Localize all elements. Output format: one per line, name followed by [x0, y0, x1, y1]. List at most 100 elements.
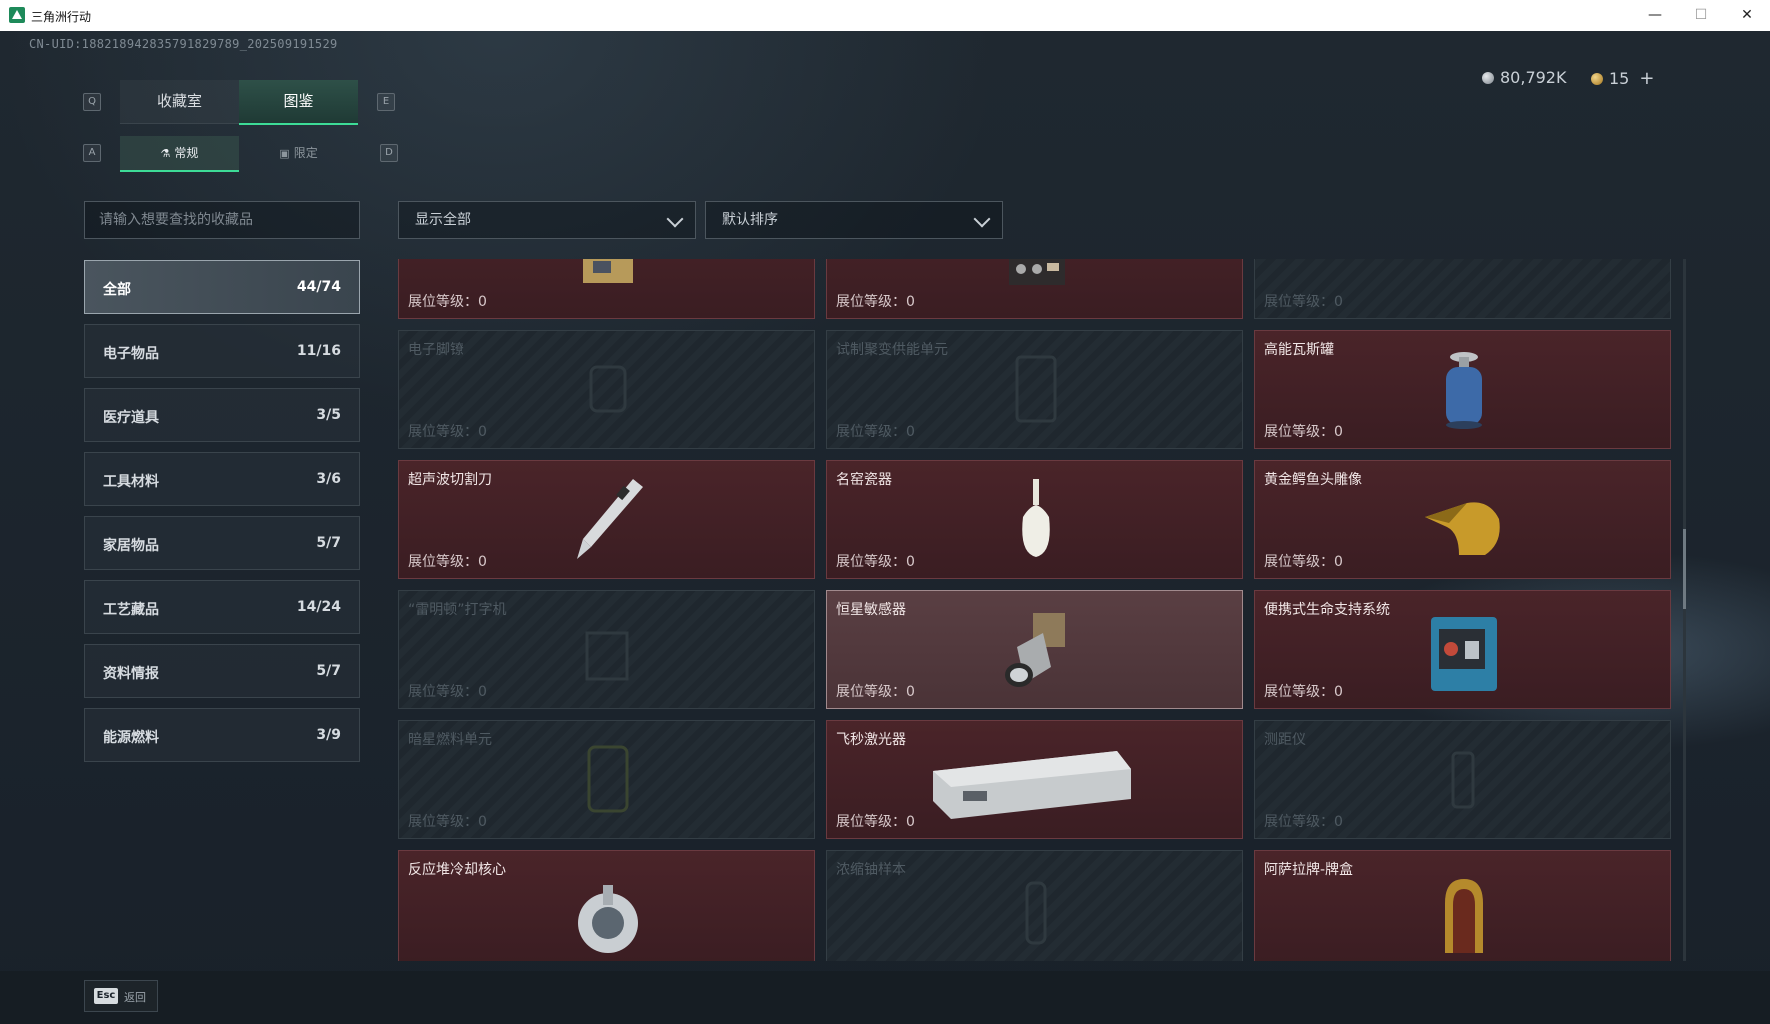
item-card[interactable]: 超声波切割刀 展位等级：0: [398, 460, 815, 579]
item-card[interactable]: 阿萨拉牌-牌盒: [1254, 850, 1671, 961]
fuel-cell-icon: [587, 745, 629, 813]
reactor-core-icon: [578, 885, 638, 953]
window-title: 三角洲行动: [31, 10, 92, 24]
uranium-sample-icon: [1025, 881, 1047, 945]
display-filter-value: 显示全部: [415, 212, 471, 228]
tab-limited-label: 限定: [293, 146, 318, 160]
bottom-bar: [0, 971, 1770, 1024]
item-card[interactable]: 飞秒激光器 展位等级：0: [826, 720, 1243, 839]
tab-collection-room[interactable]: 收藏室: [120, 80, 239, 124]
player-uid: CN-UID:1882189428357918297​89_2025091915…: [29, 37, 338, 51]
card-level: 展位等级：0: [408, 424, 487, 440]
category-label: 工具材料: [103, 474, 159, 490]
item-card[interactable]: 高能瓦斯罐 展位等级：0: [1254, 330, 1671, 449]
item-card[interactable]: 黄金鳄鱼头雕像 展位等级：0: [1254, 460, 1671, 579]
grid-scrollbar[interactable]: [1683, 259, 1686, 961]
search-input[interactable]: [84, 201, 360, 239]
card-level: 展位等级：0: [836, 684, 915, 700]
silver-amount: 80,792K: [1500, 68, 1567, 87]
fusion-unit-icon: [1015, 355, 1057, 423]
card-level: 展位等级：0: [1264, 684, 1343, 700]
category-all[interactable]: 全部 44/74: [84, 260, 360, 314]
card-name: 黄金鳄鱼头雕像: [1264, 472, 1362, 488]
card-name: 反应堆冷却核心: [408, 862, 506, 878]
silver-coin-icon: [1482, 71, 1494, 84]
card-name: “雷明顿”打字机: [408, 602, 507, 618]
silver-currency: 80,792K: [1482, 68, 1566, 87]
life-support-icon: [1431, 617, 1497, 691]
image-icon: ▣: [279, 147, 290, 160]
card-level: 展位等级：0: [836, 554, 915, 570]
item-card-locked[interactable]: 浓缩铀样本: [826, 850, 1243, 961]
category-count: 11/16: [296, 343, 341, 359]
category-household[interactable]: 家居物品 5/7: [84, 516, 360, 570]
card-level: 展位等级：0: [1264, 424, 1343, 440]
flask-icon: ⚗: [160, 147, 171, 160]
item-card-locked[interactable]: 测距仪 展位等级：0: [1254, 720, 1671, 839]
card-level: 展位等级：0: [1264, 554, 1343, 570]
category-medical[interactable]: 医疗道具 3/5: [84, 388, 360, 442]
minimize-button[interactable]: —: [1632, 0, 1678, 31]
item-card-locked[interactable]: “雷明顿”打字机 展位等级：0: [398, 590, 815, 709]
card-level: 展位等级：0: [408, 294, 487, 310]
card-name: 飞秒激光器: [836, 732, 906, 748]
card-level: 展位等级：0: [836, 424, 915, 440]
item-card-locked[interactable]: 试制聚变供能单元 展位等级：0: [826, 330, 1243, 449]
category-count: 14/24: [296, 599, 341, 615]
sort-value: 默认排序: [722, 212, 778, 228]
gold-coin-icon: [1591, 72, 1603, 85]
porcelain-vase-icon: [1022, 479, 1050, 557]
key-hint-a: A: [83, 144, 101, 162]
item-card[interactable]: 展位等级：0: [826, 259, 1243, 319]
card-name: 名窑瓷器: [836, 472, 892, 488]
tab-limited[interactable]: ▣ 限定: [239, 136, 358, 170]
card-level: 展位等级：0: [408, 554, 487, 570]
key-hint-d: D: [380, 144, 398, 162]
card-name: 浓缩铀样本: [836, 862, 906, 878]
key-hint-e: E: [377, 93, 395, 111]
tab-regular[interactable]: ⚗ 常规: [120, 136, 239, 172]
card-name: 阿萨拉牌-牌盒: [1264, 862, 1354, 878]
scrollbar-thumb[interactable]: [1683, 529, 1686, 609]
laser-icon: [933, 751, 1131, 819]
card-name: 便携式生命支持系统: [1264, 602, 1390, 618]
gold-amount: 15: [1609, 69, 1630, 88]
item-card[interactable]: 反应堆冷却核心: [398, 850, 815, 961]
category-label: 工艺藏品: [103, 602, 159, 618]
tab-codex[interactable]: 图鉴: [239, 80, 358, 125]
item-card-locked[interactable]: 暗星燃料单元 展位等级：0: [398, 720, 815, 839]
display-filter-dropdown[interactable]: 显示全部: [398, 201, 696, 239]
item-card-locked[interactable]: 展位等级：0: [1254, 259, 1671, 319]
category-intel[interactable]: 资料情报 5/7: [84, 644, 360, 698]
category-tools[interactable]: 工具材料 3/6: [84, 452, 360, 506]
item-card[interactable]: 便携式生命支持系统 展位等级：0: [1254, 590, 1671, 709]
item-card-locked[interactable]: 电子脚镣 展位等级：0: [398, 330, 815, 449]
chevron-down-icon: [666, 210, 684, 228]
add-currency-button[interactable]: +: [1639, 68, 1654, 89]
category-count: 3/5: [316, 407, 341, 423]
maximize-button[interactable]: ☐: [1678, 0, 1724, 31]
collection-grid: 展位等级：0 展位等级：0 展位等级：0 电子脚镣 展位等级：0 试制聚变供能单…: [398, 259, 1688, 961]
category-count: 5/7: [316, 535, 341, 551]
tab-regular-label: 常规: [174, 146, 199, 160]
category-count: 3/6: [316, 471, 341, 487]
item-card[interactable]: 展位等级：0: [398, 259, 815, 319]
category-crafts[interactable]: 工艺藏品 14/24: [84, 580, 360, 634]
category-energy[interactable]: 能源燃料 3/9: [84, 708, 360, 762]
close-button[interactable]: ✕: [1724, 0, 1770, 31]
card-name: 暗星燃料单元: [408, 732, 492, 748]
card-name: 恒星敏感器: [836, 602, 906, 618]
sort-dropdown[interactable]: 默认排序: [705, 201, 1003, 239]
item-card[interactable]: 名窑瓷器 展位等级：0: [826, 460, 1243, 579]
typewriter-icon: [585, 631, 629, 681]
game-screen: CN-UID:1882189428357918297​89_2025091915…: [0, 31, 1770, 1024]
card-level: 展位等级：0: [836, 814, 915, 830]
card-name: 高能瓦斯罐: [1264, 342, 1334, 358]
gold-currency: 15 +: [1591, 68, 1654, 89]
window-titlebar: 三角洲行动 — ☐ ✕: [0, 0, 1770, 32]
card-box-icon: [1445, 879, 1483, 953]
ankle-monitor-icon: [589, 365, 627, 413]
item-card-selected[interactable]: 恒星敏感器 展位等级：0: [826, 590, 1243, 709]
back-button[interactable]: Esc 返回: [84, 980, 158, 1012]
category-electronics[interactable]: 电子物品 11/16: [84, 324, 360, 378]
